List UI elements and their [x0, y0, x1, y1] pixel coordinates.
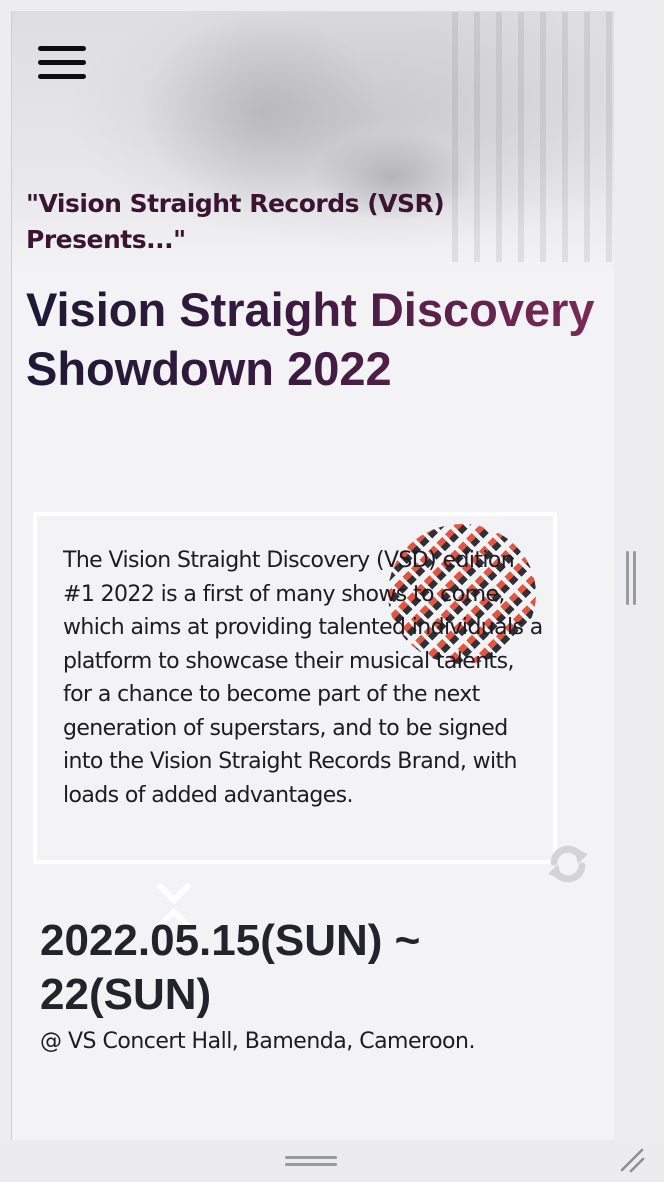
corner-resize-grip-icon[interactable] [618, 1146, 648, 1176]
page-title: Vision Straight Discovery Showdown 2022 [26, 280, 596, 398]
event-venue: @ VS Concert Hall, Bamenda, Cameroon. [40, 1029, 475, 1054]
hero-kicker: "Vision Straight Records (VSR) Presents.… [26, 189, 445, 254]
bottom-resize-handle[interactable] [285, 1154, 339, 1168]
event-date: 2022.05.15(SUN) ~ 22(SUN) [40, 916, 421, 1019]
refresh-icon[interactable] [544, 840, 592, 888]
event-description: The Vision Straight Discovery (VSD) edit… [63, 548, 543, 808]
side-resize-handle[interactable] [624, 551, 638, 605]
hamburger-menu-icon[interactable] [38, 44, 88, 84]
